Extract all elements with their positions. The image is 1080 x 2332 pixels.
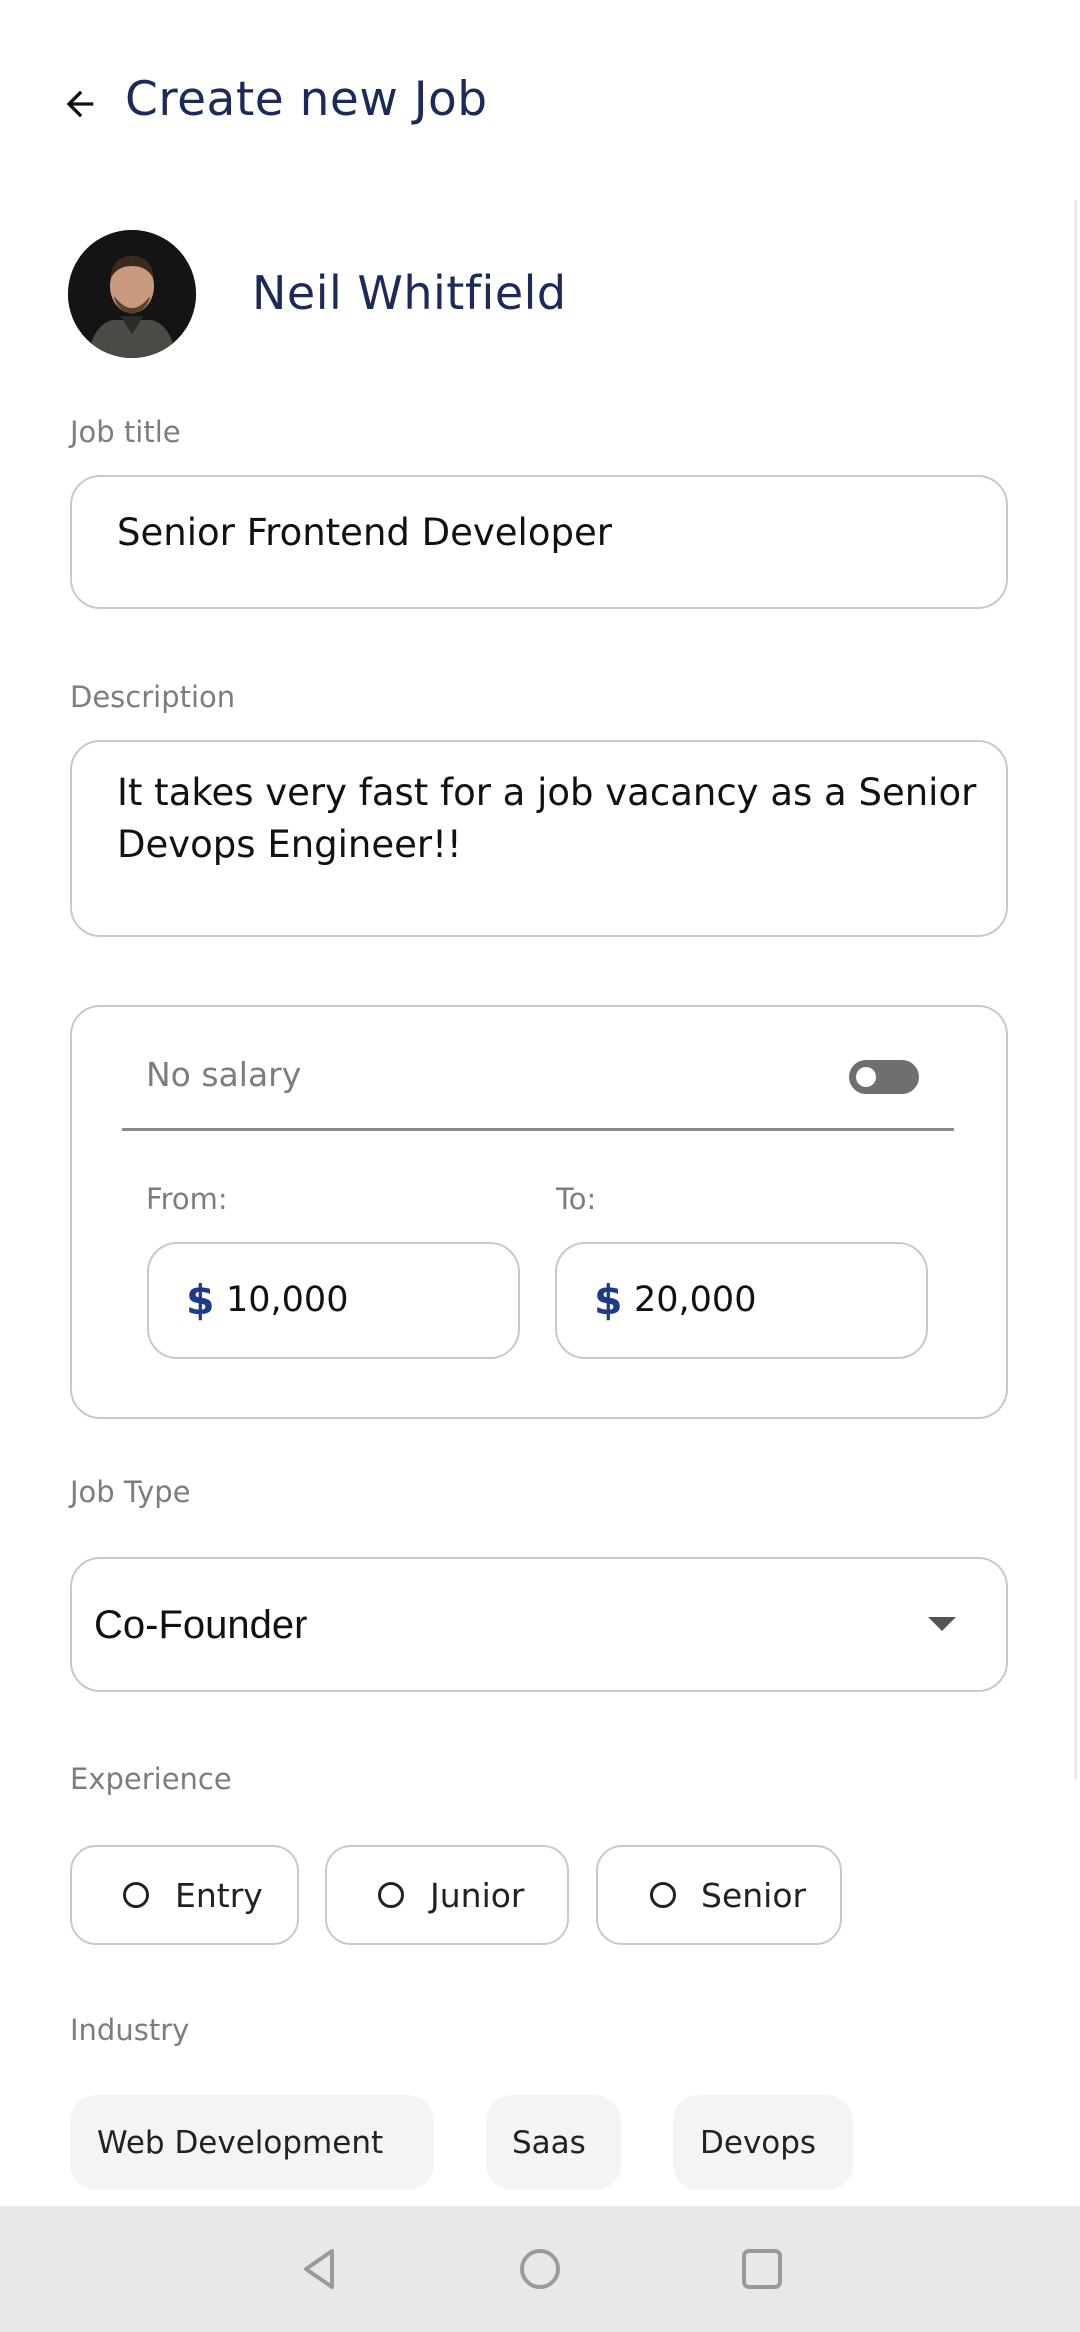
system-navigation-bar xyxy=(0,2206,1080,2332)
no-salary-label: No salary xyxy=(146,1055,302,1094)
industry-tag-label: Saas xyxy=(512,2125,586,2161)
page-title: Create new Job xyxy=(125,72,488,127)
salary-from-value: 10,000 xyxy=(226,1280,349,1320)
description-label: Description xyxy=(70,680,236,714)
job-type-label: Job Type xyxy=(70,1475,191,1509)
industry-label: Industry xyxy=(70,2013,190,2047)
experience-option-label: Entry xyxy=(175,1876,263,1915)
circle-home-icon xyxy=(520,2249,560,2289)
nav-back-button[interactable] xyxy=(260,2206,380,2332)
dollar-icon: $ xyxy=(186,1276,215,1324)
description-value: It takes very fast for a job vacancy as … xyxy=(117,771,977,866)
radio-unchecked-icon xyxy=(650,1882,676,1908)
experience-option-label: Junior xyxy=(430,1876,525,1915)
scrollbar[interactable] xyxy=(1074,200,1077,1780)
arrow-left-icon xyxy=(66,90,94,118)
job-type-value: Co-Founder xyxy=(94,1603,308,1647)
salary-from-label: From: xyxy=(146,1182,228,1216)
nav-recents-button[interactable] xyxy=(702,2206,822,2332)
triangle-back-icon xyxy=(304,2249,334,2289)
salary-divider xyxy=(122,1128,954,1131)
experience-option-label: Senior xyxy=(701,1876,807,1915)
avatar xyxy=(68,230,196,358)
industry-tag-label: Devops xyxy=(700,2125,817,2161)
radio-unchecked-icon xyxy=(378,1882,404,1908)
job-title-label: Job title xyxy=(70,415,181,449)
radio-unchecked-icon xyxy=(123,1882,149,1908)
dollar-icon: $ xyxy=(594,1276,623,1324)
job-title-value: Senior Frontend Developer xyxy=(117,511,612,554)
no-salary-toggle[interactable] xyxy=(849,1060,919,1094)
back-button[interactable] xyxy=(52,76,108,132)
square-recents-icon xyxy=(742,2249,782,2289)
toggle-knob xyxy=(856,1067,876,1087)
nav-home-button[interactable] xyxy=(480,2206,600,2332)
experience-label: Experience xyxy=(70,1762,232,1796)
salary-to-value: 20,000 xyxy=(634,1280,757,1320)
industry-tag-label: Web Development xyxy=(97,2125,384,2161)
caret-down-icon xyxy=(928,1617,956,1631)
salary-to-label: To: xyxy=(556,1182,597,1216)
user-name: Neil Whitfield xyxy=(252,266,567,320)
